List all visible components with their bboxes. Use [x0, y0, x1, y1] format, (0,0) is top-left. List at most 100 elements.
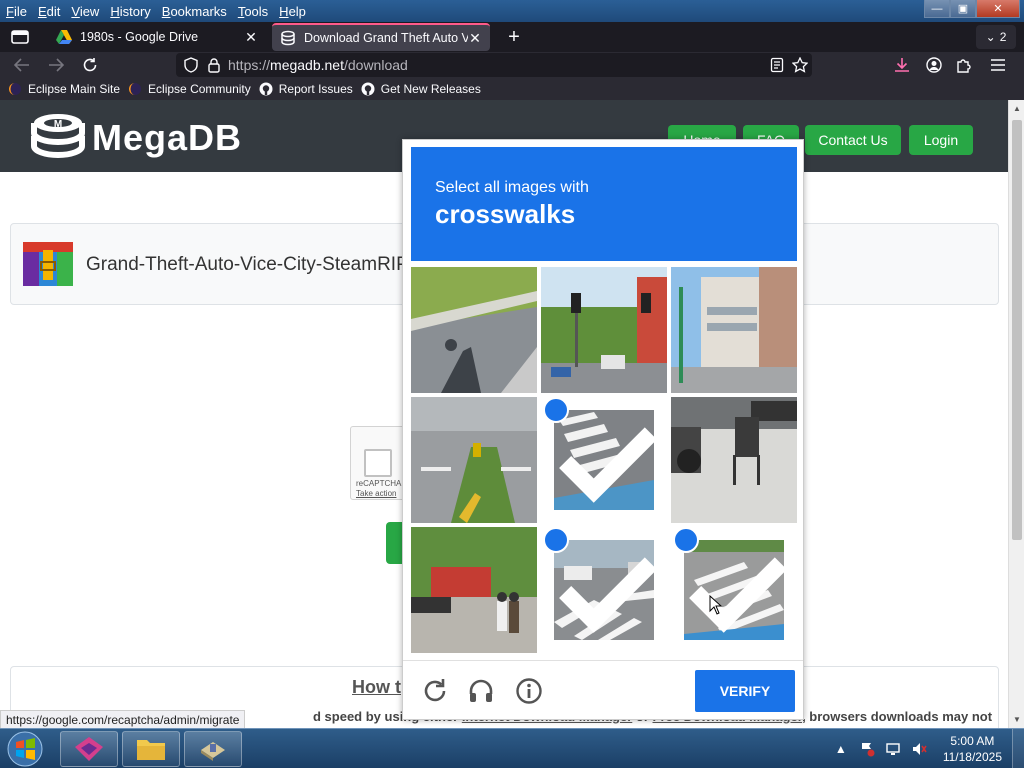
audio-challenge-icon[interactable]	[467, 677, 495, 705]
taskbar: ▲ 5:00 AM 11/18/2025	[0, 728, 1024, 768]
app-menu-button[interactable]	[984, 53, 1012, 77]
github-icon	[361, 82, 375, 96]
recaptcha-action-link[interactable]: Take action	[356, 489, 396, 498]
svg-text:M: M	[54, 119, 62, 130]
minimize-button[interactable]: —	[924, 0, 950, 18]
menu-help[interactable]: Help	[274, 4, 311, 19]
howto-title: How t	[352, 677, 401, 697]
start-button[interactable]	[3, 730, 47, 768]
captcha-tile-8[interactable]	[541, 527, 667, 653]
selected-check-icon	[673, 527, 787, 633]
system-clock[interactable]: 5:00 AM 11/18/2025	[943, 733, 1002, 765]
close-tab-icon[interactable]: ✕	[244, 29, 258, 46]
github-icon	[259, 82, 273, 96]
network-icon[interactable]	[883, 739, 903, 759]
menu-history[interactable]: History	[105, 4, 155, 19]
new-tab-button[interactable]: +	[500, 26, 528, 49]
menu-bookmarks[interactable]: Bookmarks	[157, 4, 232, 19]
folder-icon	[137, 740, 165, 760]
challenge-footer: VERIFY	[403, 660, 803, 720]
menu-bar: File Edit View History Bookmarks Tools H…	[0, 0, 1024, 22]
show-hidden-icons-button[interactable]: ▲	[831, 739, 851, 759]
chevron-down-icon: ⌄	[985, 30, 996, 44]
nav-login-button[interactable]: Login	[909, 125, 973, 155]
window-controls: — ▣ ✕	[924, 0, 1020, 18]
recaptcha-label: reCAPTCHA	[356, 479, 402, 488]
recaptcha-checkbox[interactable]	[364, 449, 392, 477]
system-tray: ▲ 5:00 AM 11/18/2025	[831, 729, 1024, 768]
forward-arrow-icon	[49, 58, 64, 72]
menu-edit[interactable]: Edit	[33, 4, 65, 19]
menu-file[interactable]: File	[1, 4, 32, 19]
page-scrollbar[interactable]: ▲ ▼	[1008, 100, 1024, 728]
clock-date: 11/18/2025	[942, 750, 1002, 764]
bookmark-eclipse-main-site[interactable]: Eclipse Main Site	[8, 82, 120, 96]
windows-logo-icon	[7, 731, 43, 767]
taskbar-app[interactable]	[184, 731, 242, 767]
volume-muted-icon[interactable]	[909, 739, 929, 759]
menu-view[interactable]: View	[66, 4, 104, 19]
captcha-tile-5[interactable]	[541, 397, 667, 523]
reader-view-icon[interactable]	[770, 57, 784, 73]
extensions-button[interactable]	[950, 53, 978, 77]
scroll-down-arrow-icon[interactable]: ▼	[1013, 715, 1021, 724]
bookmark-star-icon[interactable]	[792, 57, 808, 73]
recaptcha-challenge: Select all images with crosswalks VERIFY	[402, 139, 804, 720]
puzzle-piece-icon	[957, 59, 971, 73]
downloads-button[interactable]	[888, 53, 916, 77]
tab-google-drive[interactable]: 1980s - Google Drive ✕	[48, 23, 266, 51]
site-logo[interactable]: M MegaDB	[30, 110, 242, 166]
reload-button[interactable]	[76, 53, 104, 77]
tab-count: 2	[999, 30, 1007, 44]
bookmark-eclipse-community[interactable]: Eclipse Community	[128, 82, 251, 96]
captcha-tile-4[interactable]	[411, 397, 537, 523]
navigation-bar: https://megadb.net/download	[0, 52, 1024, 78]
captcha-tile-2[interactable]	[541, 267, 667, 393]
recaptcha-widget: reCAPTCHA Take action	[350, 426, 410, 500]
tab-megadb-download[interactable]: Download Grand Theft Auto Vic ✕	[272, 23, 490, 51]
firefox-view-button[interactable]	[6, 25, 34, 49]
status-bar-link: https://google.com/recaptcha/admin/migra…	[0, 710, 246, 728]
tile-image-road-shadow	[411, 267, 537, 393]
captcha-tile-6[interactable]	[671, 397, 797, 523]
bookmark-report-issues[interactable]: Report Issues	[259, 82, 353, 96]
close-tab-icon[interactable]: ✕	[468, 30, 482, 47]
menu-tools[interactable]: Tools	[233, 4, 273, 19]
list-all-tabs-button[interactable]: ⌄ 2	[976, 25, 1016, 49]
account-button[interactable]	[920, 53, 948, 77]
reload-challenge-icon[interactable]	[421, 677, 449, 705]
lock-icon[interactable]	[208, 57, 220, 73]
captcha-tile-1[interactable]	[411, 267, 537, 393]
nav-contact-button[interactable]: Contact Us	[805, 125, 901, 155]
tracking-protection-shield-icon[interactable]	[184, 57, 198, 73]
scrollbar-thumb[interactable]	[1012, 120, 1022, 540]
maximize-button[interactable]: ▣	[950, 0, 976, 18]
taskbar-explorer[interactable]	[122, 731, 180, 767]
browser-app-icon	[75, 737, 103, 761]
google-drive-icon	[56, 30, 72, 44]
taskbar-browser[interactable]	[60, 731, 118, 767]
back-button[interactable]	[8, 53, 36, 77]
close-window-button[interactable]: ✕	[976, 0, 1020, 18]
info-icon[interactable]	[515, 677, 543, 705]
winrar-archive-icon	[23, 242, 73, 286]
verify-button[interactable]: VERIFY	[695, 670, 795, 712]
captcha-tile-7[interactable]	[411, 527, 537, 653]
action-center-flag-icon[interactable]	[857, 739, 877, 759]
site-name: MegaDB	[92, 117, 243, 158]
captcha-tile-3[interactable]	[671, 267, 797, 393]
url-text[interactable]: https://megadb.net/download	[228, 57, 408, 73]
forward-button[interactable]	[42, 53, 70, 77]
scroll-up-arrow-icon[interactable]: ▲	[1013, 104, 1021, 113]
file-name: Grand-Theft-Auto-Vice-City-SteamRIP.c	[86, 254, 422, 275]
tile-image-motorcycle-sidewalk	[671, 397, 797, 523]
show-desktop-button[interactable]	[1012, 729, 1024, 768]
download-icon	[895, 58, 909, 72]
tab-bar: 1980s - Google Drive ✕ Download Grand Th…	[0, 22, 1024, 52]
address-bar[interactable]: https://megadb.net/download	[176, 53, 812, 77]
bookmark-get-new-releases[interactable]: Get New Releases	[361, 82, 481, 96]
eclipse-icon	[9, 83, 21, 95]
captcha-tile-9[interactable]	[671, 527, 797, 653]
tab-title: Download Grand Theft Auto Vic	[304, 31, 468, 45]
challenge-target: crosswalks	[435, 199, 576, 229]
